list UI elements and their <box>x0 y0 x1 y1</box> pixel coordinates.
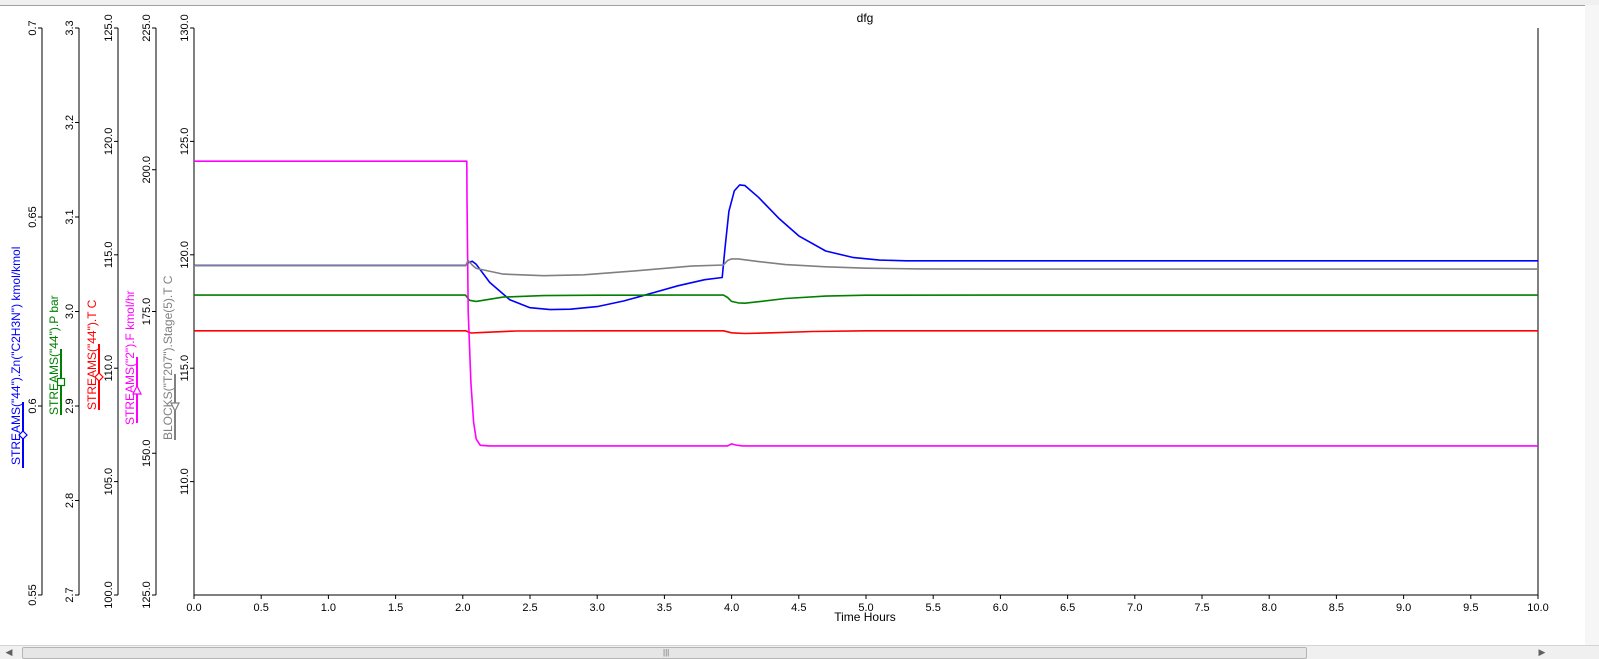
y-axis-1-tick-label-3: 3.0 <box>64 304 76 319</box>
series-line-2 <box>194 329 1538 335</box>
scrollbar-grip-icon: ||| <box>663 648 670 657</box>
x-tick-label-15: 7.5 <box>1194 602 1209 614</box>
x-tick-label-20: 10.0 <box>1527 602 1548 614</box>
series-line-0 <box>194 184 1538 311</box>
x-tick-label-4: 2.0 <box>455 602 470 614</box>
x-tick-label-0: 0.0 <box>186 602 201 614</box>
chart-title: dfg <box>857 11 874 25</box>
x-tick-label-2: 1.0 <box>321 602 336 614</box>
trend-chart: dfg 0.55 0.6 0.65 0.7 STREAMS("44").Zn("C2H3… <box>9 11 1549 624</box>
scroll-left-arrow-icon[interactable]: ◀ <box>2 646 16 659</box>
y-axis-0-tick-label-1: 0.6 <box>27 398 39 413</box>
x-tick-label-9: 4.5 <box>791 602 806 614</box>
y-axis-3-tick-label-1: 150.0 <box>141 439 153 467</box>
y-axis-2-tick-label-4: 120.0 <box>103 128 115 156</box>
x-tick-label-16: 8.0 <box>1262 602 1277 614</box>
y-axis-1-tick-label-5: 3.2 <box>64 115 76 130</box>
y-axis-3-tick-label-4: 225.0 <box>141 14 153 42</box>
y-axis-3-label: STREAMS("2").F kmol/hr <box>123 290 137 425</box>
horizontal-scrollbar[interactable]: ◀ ||| ▶ <box>0 645 1599 659</box>
y-axis-3-tick-label-2: 175.0 <box>141 298 153 326</box>
scrollbar-thumb[interactable]: ||| <box>22 647 1307 659</box>
x-tick-label-5: 2.5 <box>522 602 537 614</box>
y-axis-1-tick-label-2: 2.9 <box>64 398 76 413</box>
y-axis-4-tick-label-1: 115.0 <box>179 355 191 382</box>
y-axis-1-tick-label-1: 2.8 <box>64 493 76 508</box>
x-tick-label-11: 5.5 <box>926 602 941 614</box>
scroll-right-arrow-icon[interactable]: ▶ <box>1535 646 1549 659</box>
y-axis-3-tick-label-0: 125.0 <box>141 581 153 609</box>
x-tick-label-12: 6.0 <box>993 602 1008 614</box>
y-axes: 0.55 0.6 0.65 0.7 STREAMS("44").Zn("C2H3N") … <box>9 14 194 609</box>
x-tick-label-14: 7.0 <box>1127 602 1142 614</box>
y-axis-1-tick-label-4: 3.1 <box>64 209 76 224</box>
series-line-1 <box>194 294 1538 305</box>
y-axis-1-label: STREAMS("44").P bar <box>47 295 61 415</box>
y-axis-1-tick-label-0: 2.7 <box>64 587 76 602</box>
y-axis-1-marker-icon <box>56 377 66 387</box>
y-axis-4-tick-label-2: 120.0 <box>179 241 191 269</box>
vertical-scroll-strip[interactable] <box>1585 5 1599 645</box>
x-tick-label-8: 4.0 <box>724 602 739 614</box>
y-axis-4-tick-label-4: 130.0 <box>179 14 191 42</box>
x-tick-label-1: 0.5 <box>254 602 269 614</box>
y-axis-4-tick-label-3: 125.0 <box>179 128 191 156</box>
series-line-3 <box>194 160 1538 447</box>
x-tick-label-13: 6.5 <box>1060 602 1075 614</box>
x-tick-label-6: 3.0 <box>590 602 605 614</box>
y-axis-1-tick-label-6: 3.3 <box>64 20 76 35</box>
x-tick-label-19: 9.5 <box>1463 602 1478 614</box>
y-axis-0-tick-label-0: 0.55 <box>27 584 39 605</box>
y-axis-2-tick-label-0: 100.0 <box>103 581 115 609</box>
y-axis-0-label: STREAMS("44").Zn("C2H3N") kmol/kmol <box>9 247 23 465</box>
y-axis-4-label: BLOCKS("T207").Stage(5).T C <box>161 275 175 440</box>
x-tick-label-18: 9.0 <box>1396 602 1411 614</box>
plot-area <box>193 28 1539 596</box>
y-axis-0-tick-label-3: 0.7 <box>27 20 39 35</box>
y-axis-2-tick-label-1: 105.0 <box>103 468 115 496</box>
y-axis-0-tick-label-2: 0.65 <box>27 206 39 227</box>
series-layer <box>194 160 1538 447</box>
y-axis-2-tick-label-5: 125.0 <box>103 14 115 42</box>
y-axis-3-tick-label-3: 200.0 <box>141 156 153 184</box>
y-axis-4-tick-label-0: 110.0 <box>179 468 191 495</box>
y-axis-2-tick-label-2: 110.0 <box>103 355 115 382</box>
x-axis-label: Time Hours <box>834 610 896 624</box>
x-tick-label-3: 1.5 <box>388 602 403 614</box>
x-tick-label-7: 3.5 <box>657 602 672 614</box>
x-tick-label-17: 8.5 <box>1329 602 1344 614</box>
y-axis-2-tick-label-3: 115.0 <box>103 241 115 268</box>
y-axis-2-label: STREAMS("44").T C <box>85 299 99 410</box>
